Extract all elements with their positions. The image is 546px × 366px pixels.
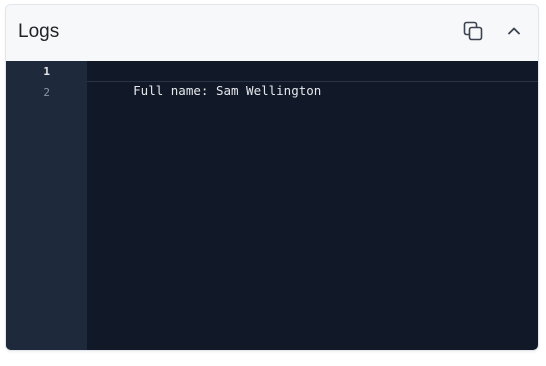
line-number-2: 2: [43, 86, 50, 99]
copy-icon: [462, 20, 484, 47]
copy-button[interactable]: [459, 19, 487, 47]
logs-panel: Logs Full name: Sam Wellington 1 2: [5, 4, 539, 351]
panel-title: Logs: [18, 21, 60, 42]
log-editor[interactable]: Full name: Sam Wellington 1 2: [6, 61, 538, 350]
line-number-1: 1: [43, 65, 50, 78]
collapse-button[interactable]: [500, 19, 528, 47]
chevron-up-icon: [505, 22, 523, 45]
code-line-1: Full name: Sam Wellington: [87, 61, 538, 98]
line-number-gutter: [6, 61, 87, 350]
panel-header: Logs: [6, 5, 538, 62]
